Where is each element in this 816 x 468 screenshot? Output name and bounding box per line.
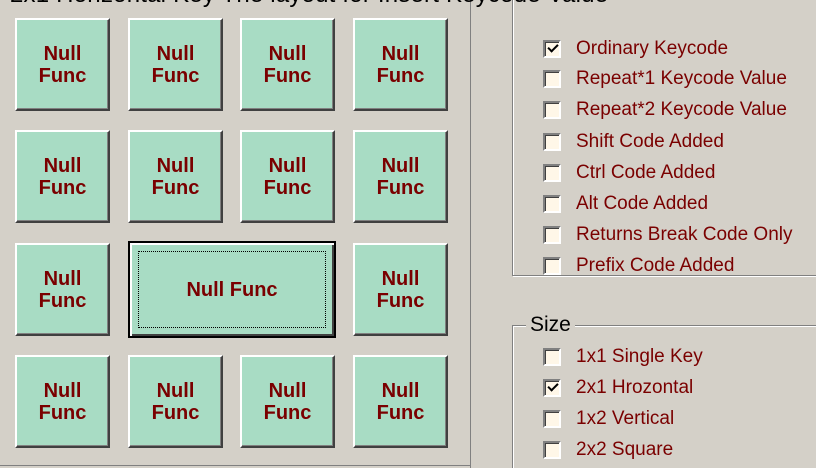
keypad-key[interactable]: Null Func (15, 243, 110, 336)
option-label: Repeat*2 Keycode Value (576, 99, 787, 120)
size-1x1-checkbox[interactable]: 1x1 Single Key (543, 342, 703, 372)
keypad-key[interactable]: Null Func (128, 355, 223, 448)
keypad-key[interactable]: Null Func (353, 18, 448, 111)
keypad-key[interactable]: Null Func (353, 130, 448, 223)
option-label: Repeat*1 Keycode Value (576, 68, 787, 89)
option-label: Ordinary Keycode (576, 38, 729, 59)
empty-checkbox-icon[interactable] (543, 257, 561, 275)
keypad-key[interactable]: Null Func (353, 243, 448, 336)
key-label: Null Func (376, 154, 425, 199)
ordinary-keycode-checkbox[interactable]: Ordinary Keycode (543, 34, 728, 64)
size-1x2-checkbox[interactable]: 1x2 Vertical (543, 404, 674, 434)
keypad-key[interactable]: Null Func (15, 130, 110, 223)
alt-code-checkbox[interactable]: Alt Code Added (543, 189, 708, 219)
empty-checkbox-icon[interactable] (543, 70, 561, 88)
key-layout-window: 2x1 Horizontal Key The layout for Insert… (0, 0, 816, 468)
key-label: Null Func (376, 42, 425, 87)
option-label: 1x2 Vertical (576, 408, 675, 429)
key-label: Null Func (151, 379, 200, 424)
repeat-2-keycode-checkbox[interactable]: Repeat*2 Keycode Value (543, 95, 787, 125)
empty-checkbox-icon[interactable] (543, 164, 561, 182)
check-mark-icon[interactable] (543, 40, 561, 58)
empty-checkbox-icon[interactable] (543, 101, 561, 119)
option-label: 1x1 Single Key (576, 346, 703, 367)
size-2x1-checkbox[interactable]: 2x1 Hrozontal (543, 373, 693, 403)
keypad-key[interactable]: Null Func (240, 18, 335, 111)
prefix-code-checkbox[interactable]: Prefix Code Added (543, 251, 734, 281)
keypad-panel: Null Func Null Func Null Func Null Func … (0, 0, 471, 468)
key-label: Null Func (38, 267, 87, 312)
option-label: 2x2 Square (576, 439, 674, 460)
empty-checkbox-icon[interactable] (543, 410, 561, 428)
empty-checkbox-icon[interactable] (543, 195, 561, 213)
option-label: Alt Code Added (576, 193, 709, 214)
break-code-checkbox[interactable]: Returns Break Code Only (543, 220, 793, 250)
empty-checkbox-icon[interactable] (543, 226, 561, 244)
key-label: Null Func (376, 379, 425, 424)
empty-checkbox-icon[interactable] (543, 441, 561, 459)
keypad-key[interactable]: Null Func (15, 355, 110, 448)
window-title: 2x1 Horizontal Key The layout for Insert… (10, 0, 608, 9)
keypad-key[interactable]: Null Func (128, 130, 223, 223)
keypad-key[interactable]: Null Func (128, 18, 223, 111)
size-group-title: Size (526, 313, 575, 337)
key-label: Null Func (38, 42, 87, 87)
keypad-bottom-border (0, 465, 471, 466)
window-title-clip: 2x1 Horizontal Key The layout for Insert… (0, 0, 816, 14)
key-label: Null Func (38, 154, 87, 199)
key-label: Null Func (376, 267, 425, 312)
selected-2x1-key[interactable]: Null Func (128, 241, 336, 338)
key-label: Null Func (263, 42, 312, 87)
repeat-1-keycode-checkbox[interactable]: Repeat*1 Keycode Value (543, 64, 787, 94)
option-label: Ctrl Code Added (576, 162, 716, 183)
key-label: Null Func (186, 278, 278, 301)
key-label: Null Func (151, 42, 200, 87)
keypad-key[interactable]: Null Func (240, 130, 335, 223)
keypad-key[interactable]: Null Func (15, 18, 110, 111)
options-panel: Ordinary Keycode Repeat*1 Keycode Value … (471, 0, 816, 468)
size-2x2-checkbox[interactable]: 2x2 Square (543, 435, 673, 465)
empty-checkbox-icon[interactable] (543, 348, 561, 366)
check-mark-icon[interactable] (543, 379, 561, 397)
key-label: Null Func (263, 379, 312, 424)
key-label: Null Func (38, 379, 87, 424)
option-label: Shift Code Added (576, 131, 724, 152)
option-label: Prefix Code Added (576, 255, 735, 276)
keypad-key[interactable]: Null Func (353, 355, 448, 448)
key-label: Null Func (263, 154, 312, 199)
option-label: Returns Break Code Only (576, 224, 793, 245)
key-label: Null Func (151, 154, 200, 199)
shift-code-checkbox[interactable]: Shift Code Added (543, 127, 724, 157)
option-label: 2x1 Hrozontal (576, 377, 694, 398)
keypad-key[interactable]: Null Func (240, 355, 335, 448)
empty-checkbox-icon[interactable] (543, 133, 561, 151)
ctrl-code-checkbox[interactable]: Ctrl Code Added (543, 158, 715, 188)
